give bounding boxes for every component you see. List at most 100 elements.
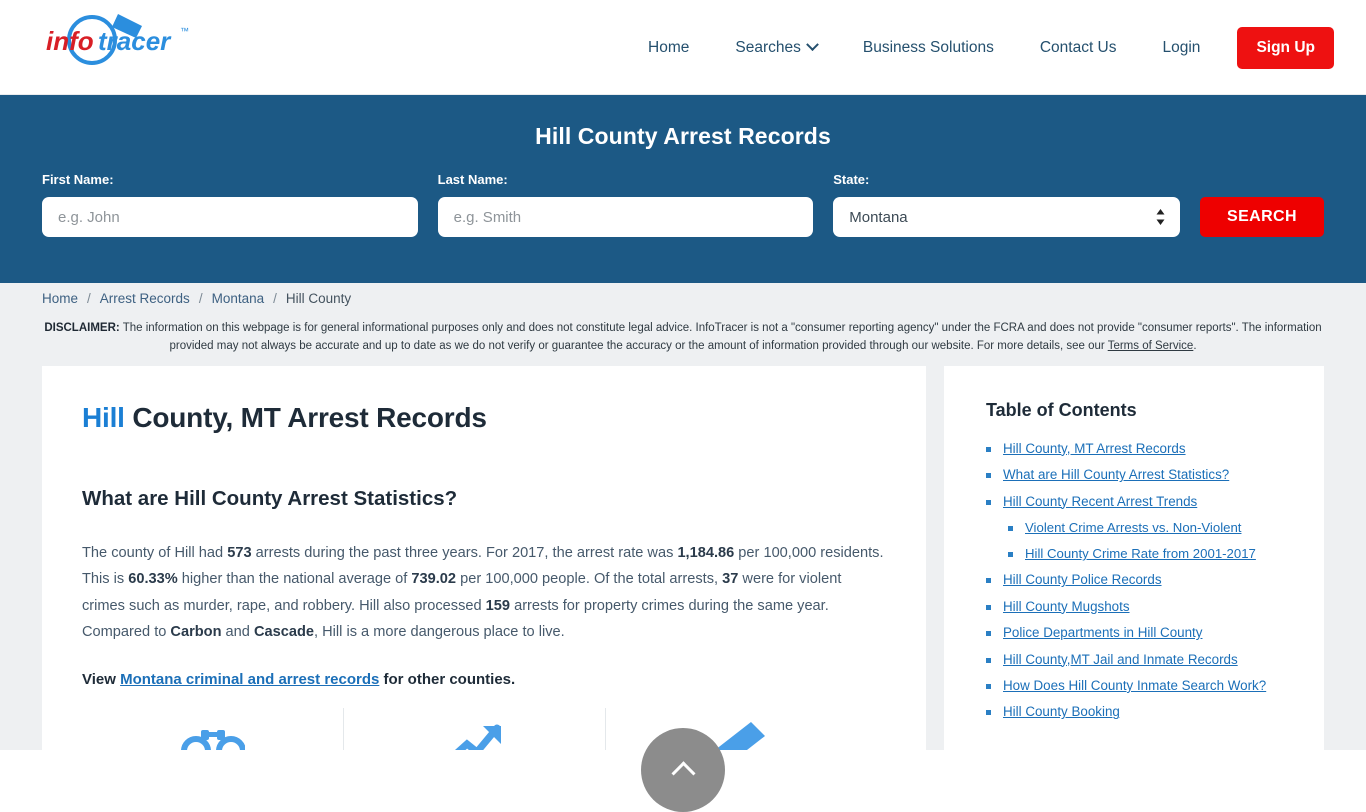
first-name-label: First Name: xyxy=(42,172,114,187)
nav-item-contact-us[interactable]: Contact Us xyxy=(1017,39,1140,57)
toc-link[interactable]: Police Departments in Hill County xyxy=(1003,623,1202,642)
section-heading-statistics: What are Hill County Arrest Statistics? xyxy=(82,486,458,510)
nav-label-home: Home xyxy=(648,38,690,56)
breadcrumb-item-arrest-records[interactable]: Arrest Records xyxy=(100,291,190,306)
bullet-icon xyxy=(1008,552,1013,558)
toc-item[interactable]: Hill County Mugshots xyxy=(986,597,1294,616)
breadcrumb-item-montana[interactable]: Montana xyxy=(212,291,265,306)
disclaimer-label: DISCLAIMER: xyxy=(44,322,120,334)
first-name-input[interactable] xyxy=(42,197,418,237)
chevron-up-icon xyxy=(670,760,696,785)
breadcrumb: Home / Arrest Records / Montana / Hill C… xyxy=(0,283,1366,314)
toc-link[interactable]: Hill County Mugshots xyxy=(1003,597,1130,616)
last-name-label: Last Name: xyxy=(437,172,508,187)
toc-link[interactable]: How Does Hill County Inmate Search Work? xyxy=(1003,676,1266,695)
toc-link[interactable]: Hill County Booking xyxy=(1003,702,1120,721)
toc-title: Table of Contents xyxy=(986,399,1137,420)
nav-label-business-solutions: Business Solutions xyxy=(862,38,994,56)
stat-national-average: 739.02 xyxy=(411,571,457,588)
toc-link[interactable]: Violent Crime Arrests vs. Non-Violent xyxy=(1025,518,1241,537)
nav-item-searches[interactable]: Searches xyxy=(712,38,839,57)
infotracer-logo[interactable]: info tracer ™ xyxy=(40,8,220,70)
toc-item[interactable]: What are Hill County Arrest Statistics? xyxy=(986,465,1294,484)
page-title-rest: County, MT Arrest Records xyxy=(124,401,487,433)
breadcrumb-separator: / xyxy=(273,291,277,306)
toc-item[interactable]: Violent Crime Arrests vs. Non-Violent xyxy=(986,518,1294,537)
svg-text:tracer: tracer xyxy=(98,26,172,56)
nav-label-searches: Searches xyxy=(735,38,801,56)
stat-text: per 100,000 people. Of the total arrests… xyxy=(456,571,723,588)
first-name-group: First Name: xyxy=(42,172,418,237)
view-other-counties-line: View Montana criminal and arrest records… xyxy=(82,671,886,688)
toc-link[interactable]: Hill County Police Records xyxy=(1003,570,1162,589)
terms-of-service-link[interactable]: Terms of Service xyxy=(1108,340,1194,352)
stat-text: higher than the national average of xyxy=(177,571,412,588)
view-suffix: for other counties. xyxy=(379,670,516,688)
bullet-icon xyxy=(986,631,991,637)
toc-link[interactable]: What are Hill County Arrest Statistics? xyxy=(1003,465,1229,484)
toc-link[interactable]: Hill County Recent Arrest Trends xyxy=(1003,492,1197,511)
toc-item[interactable]: Hill County Police Records xyxy=(986,570,1294,589)
toc-link[interactable]: Hill County, MT Arrest Records xyxy=(1003,439,1186,458)
search-banner: Hill County Arrest Records First Name: L… xyxy=(0,95,1366,283)
toc-item[interactable]: Hill County Booking xyxy=(986,702,1294,721)
montana-records-link[interactable]: Montana criminal and arrest records xyxy=(120,671,379,688)
page-body: Hill County, MT Arrest Records What are … xyxy=(0,365,1366,750)
stat-text: arrests during the past three years. For… xyxy=(251,544,678,561)
nav-item-business-solutions[interactable]: Business Solutions xyxy=(840,39,1017,57)
toc-item[interactable]: Hill County, MT Arrest Records xyxy=(986,439,1294,458)
state-select-wrapper xyxy=(833,197,1180,237)
toc-item[interactable]: Hill County Recent Arrest Trends xyxy=(986,492,1294,511)
bullet-icon xyxy=(986,499,991,505)
main-navigation: Home Searches Business Solutions Contact… xyxy=(625,0,1334,95)
toc-item[interactable]: How Does Hill County Inmate Search Work? xyxy=(986,676,1294,695)
feature-icon-strip xyxy=(82,707,926,750)
scroll-to-top-button[interactable] xyxy=(641,728,725,812)
stat-arrest-rate: 1,184.86 xyxy=(677,544,735,561)
main-content-card: Hill County, MT Arrest Records What are … xyxy=(42,365,926,750)
last-name-input[interactable] xyxy=(437,197,814,237)
bullet-icon xyxy=(986,657,991,663)
trend-arrow-icon xyxy=(454,724,501,750)
table-of-contents-card: Table of Contents Hill County, MT Arrest… xyxy=(944,365,1324,750)
nav-item-login[interactable]: Login xyxy=(1140,39,1224,57)
state-label: State: xyxy=(833,172,870,187)
svg-text:™: ™ xyxy=(180,26,189,36)
bullet-icon xyxy=(986,710,991,716)
bullet-icon xyxy=(986,446,991,452)
svg-text:info: info xyxy=(46,26,94,56)
search-form: First Name: Last Name: State: SEARCH xyxy=(0,150,1366,237)
page-title-highlight: Hill xyxy=(82,401,125,433)
last-name-group: Last Name: xyxy=(437,172,814,237)
nav-label-contact-us: Contact Us xyxy=(1039,38,1117,56)
bullet-icon xyxy=(1008,525,1013,531)
handcuffs-icon xyxy=(180,729,245,750)
breadcrumb-item-hill-county: Hill County xyxy=(285,291,352,306)
banner-title: Hill County Arrest Records xyxy=(535,123,831,149)
feature-cell-records xyxy=(606,708,868,750)
breadcrumb-item-home[interactable]: Home xyxy=(42,291,78,306)
state-select[interactable] xyxy=(833,197,1180,237)
stat-compare-county-2: Cascade xyxy=(253,624,315,641)
toc-link[interactable]: Hill County Crime Rate from 2001-2017 xyxy=(1025,544,1256,563)
sign-up-button[interactable]: Sign Up xyxy=(1237,26,1334,69)
stat-arrests-total: 573 xyxy=(227,544,252,561)
statistics-paragraph: The county of Hill had 573 arrests durin… xyxy=(82,540,886,646)
chevron-down-icon xyxy=(805,38,819,52)
toc-item[interactable]: Hill County Crime Rate from 2001-2017 xyxy=(986,544,1294,563)
state-group: State: xyxy=(833,172,1180,237)
toc-item[interactable]: Hill County,MT Jail and Inmate Records xyxy=(986,650,1294,669)
stat-property-arrests: 159 xyxy=(485,597,511,614)
search-button[interactable]: SEARCH xyxy=(1199,197,1324,237)
disclaimer-bar: DISCLAIMER: The information on this webp… xyxy=(0,314,1366,366)
bullet-icon xyxy=(986,578,991,584)
stat-pct-higher: 60.33% xyxy=(128,571,178,588)
stat-text: The county of Hill had xyxy=(82,544,228,561)
stat-text: and xyxy=(221,624,254,641)
toc-link[interactable]: Hill County,MT Jail and Inmate Records xyxy=(1003,650,1238,669)
toc-item[interactable]: Police Departments in Hill County xyxy=(986,623,1294,642)
feature-cell-arrests xyxy=(82,707,344,750)
breadcrumb-separator: / xyxy=(87,291,91,306)
nav-item-home[interactable]: Home xyxy=(625,39,712,57)
breadcrumb-separator: / xyxy=(198,291,203,306)
